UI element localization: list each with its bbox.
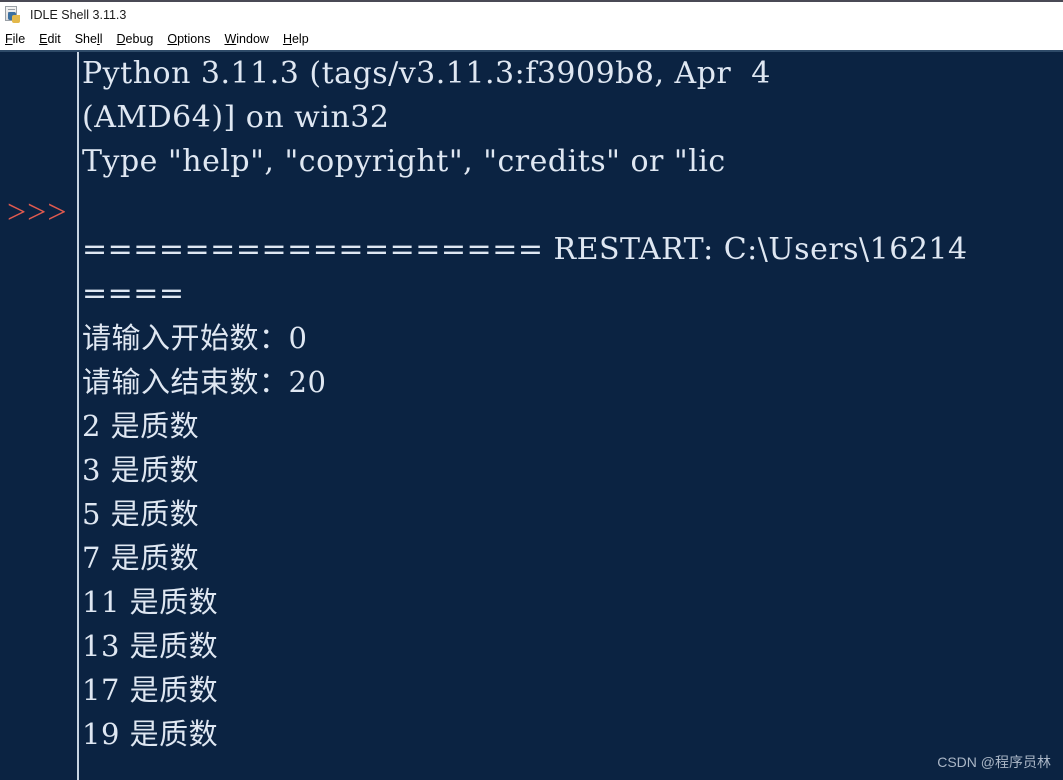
menu-label-file: ile [12,31,26,46]
menu-item-shell[interactable]: Shell [75,33,103,46]
shell-line: ================== RESTART: C:\Users\162… [82,232,968,267]
shell-line: 请输入开始数：0 [82,321,308,355]
menu-accel-options: O [167,31,178,46]
menu-label-options: ptions [177,31,211,46]
menu-item-debug[interactable]: Debug [117,33,154,46]
menu-label-debug: ebug [125,31,154,46]
menu-item-file[interactable]: File [5,33,25,46]
menu-accel-file: F [5,31,13,46]
shell-line: Python 3.11.3 (tags/v3.11.3:f3909b8, Apr… [82,56,771,91]
shell-line: 17 是质数 [82,673,219,707]
title-bar: IDLE Shell 3.11.3 [0,0,1063,28]
shell-line: 7 是质数 [82,541,200,575]
menu-accel-window: W [224,31,237,46]
shell-text[interactable]: Python 3.11.3 (tags/v3.11.3:f3909b8, Apr… [82,52,1063,780]
idle-shell-window: IDLE Shell 3.11.3 File Edit Shell Debug … [0,0,1063,780]
menu-accel-edit: E [39,31,48,46]
menu-item-help[interactable]: Help [283,33,309,46]
shell-line: ==== [82,276,185,311]
menu-bar: File Edit Shell Debug Options Window Hel… [0,28,1063,50]
menu-label-help: elp [291,31,309,46]
shell-line: 2 是质数 [82,409,200,443]
gutter-separator [77,52,79,780]
menu-item-edit[interactable]: Edit [39,33,61,46]
shell-line: 11 是质数 [82,585,219,619]
shell-line: (AMD64)] on win32 [82,100,390,135]
shell-line: 13 是质数 [82,629,219,663]
menu-accel-debug: D [116,31,126,46]
shell-line: 19 是质数 [82,717,219,751]
python-document-icon [4,6,22,24]
prompt-gutter [0,52,77,780]
menu-item-window[interactable]: Window [224,33,268,46]
menu-label-edit: dit [47,31,61,46]
menu-label-shell-post: l [99,31,103,46]
shell-line: 5 是质数 [82,497,200,531]
shell-output-area[interactable]: >>> Python 3.11.3 (tags/v3.11.3:f3909b8,… [0,50,1063,780]
menu-accel-help: H [282,31,292,46]
menu-label-window: indow [236,31,269,46]
prompt-marker: >>> [7,194,68,231]
window-title: IDLE Shell 3.11.3 [30,7,127,22]
shell-line: 请输入结束数：20 [82,365,327,399]
menu-label-shell-pre: She [74,31,97,46]
menu-item-options[interactable]: Options [167,33,210,46]
shell-line: 3 是质数 [82,453,200,487]
shell-line: Type "help", "copyright", "credits" or "… [82,144,726,179]
